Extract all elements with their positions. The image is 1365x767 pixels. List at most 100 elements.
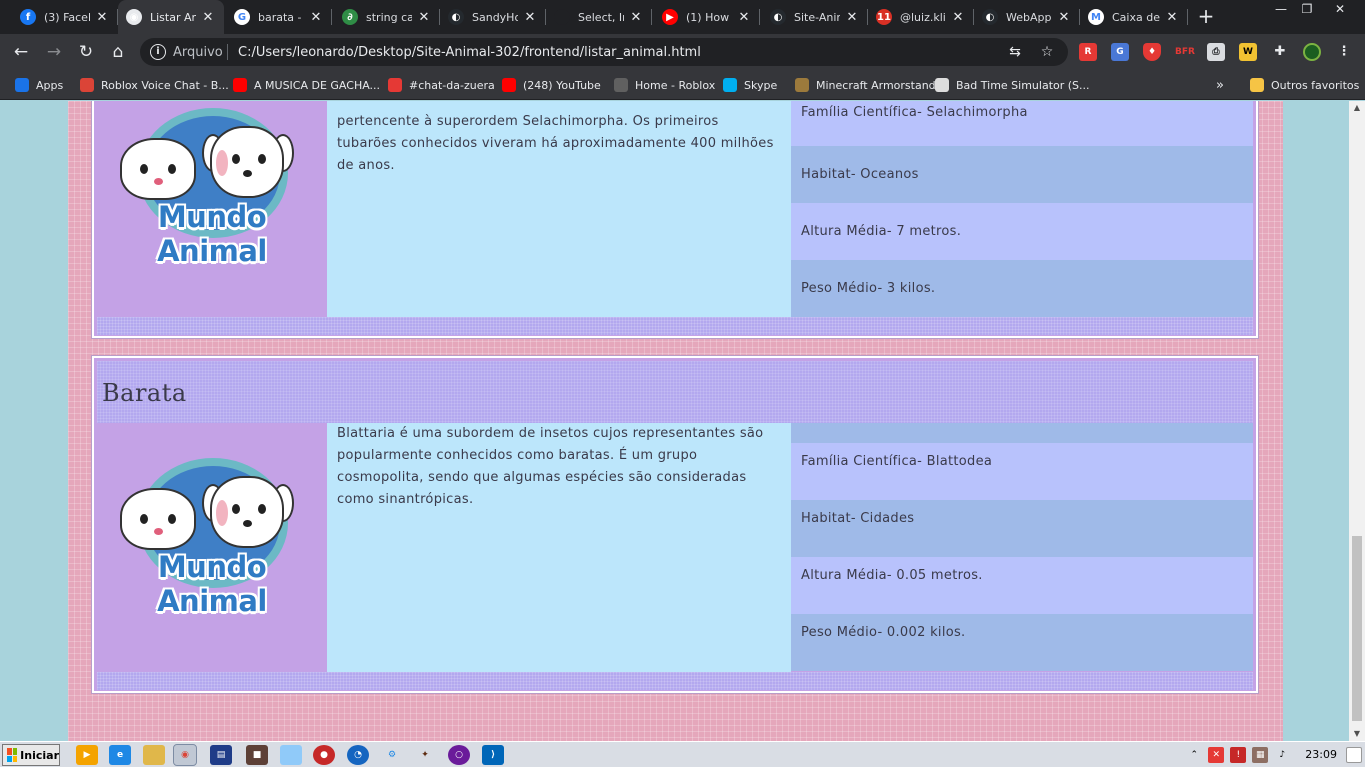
prop-peso: Peso Médio- 0.002 kilos. [791, 614, 1253, 671]
tab-2[interactable]: ◉ Listar An ✕ [118, 0, 224, 34]
w-extension-icon[interactable]: W [1239, 43, 1257, 61]
bookmark-item[interactable]: Apps [15, 76, 63, 94]
explorer-folder-icon[interactable] [143, 745, 165, 765]
scroll-up-icon[interactable]: ▲ [1349, 101, 1365, 115]
restore-button[interactable]: ❐ [1292, 2, 1322, 18]
bookmark-item[interactable]: A MUSICA DE GACHA... [233, 76, 380, 94]
page-content: Mundo Animal pertencente à superordem Se… [68, 101, 1283, 741]
address-url[interactable]: C:/Users/leonardo/Desktop/Site-Animal-30… [238, 45, 701, 60]
chrome-taskbar-icon[interactable]: ◉ [173, 744, 197, 766]
bookmark-item[interactable]: Bad Time Simulator (S... [935, 76, 1090, 94]
translate-icon[interactable]: ⇆ [1006, 43, 1024, 61]
address-divider [227, 44, 228, 60]
start-button[interactable]: Iniciar [2, 744, 60, 766]
dog-icon [210, 476, 284, 548]
tray-expand-icon[interactable]: ⌃ [1186, 747, 1202, 763]
bookmarks-more-icon[interactable]: » [1216, 76, 1224, 94]
save-extension-icon[interactable]: ⎙ [1207, 43, 1225, 61]
tab-close-icon[interactable]: ✕ [308, 10, 324, 25]
tab-close-icon[interactable]: ✕ [416, 10, 432, 25]
tab-close-icon[interactable]: ✕ [94, 10, 110, 25]
home-icon[interactable]: ⌂ [106, 40, 130, 64]
tab-close-icon[interactable]: ✕ [1164, 10, 1180, 25]
extensions-puzzle-icon[interactable]: ✚ [1271, 43, 1289, 61]
other-favorites[interactable]: Outros favoritos [1250, 76, 1359, 94]
vscode-icon[interactable]: ⟩ [482, 745, 504, 765]
address-bar[interactable]: i Arquivo C:/Users/leonardo/Desktop/Site… [140, 38, 1068, 66]
firefox-icon[interactable]: ◔ [347, 745, 369, 765]
tab-1[interactable]: f (3) Faceb ✕ [12, 0, 118, 34]
profile-avatar-icon[interactable] [1303, 43, 1321, 61]
tab-10[interactable]: ◐ WebApp ✕ [974, 0, 1080, 34]
tab-9[interactable]: 11 @luiz.klit ✕ [868, 0, 974, 34]
notepad-icon[interactable]: ▤ [210, 745, 232, 765]
description-text: pertencente à superordem Selachimorpha. … [337, 114, 774, 173]
scroll-down-icon[interactable]: ▼ [1349, 727, 1365, 741]
files-icon[interactable] [280, 745, 302, 765]
browser-toolbar: ← → ↻ ⌂ i Arquivo C:/Users/leonardo/Desk… [0, 34, 1365, 70]
bfr-extension-icon[interactable]: BFR [1175, 43, 1195, 61]
purple-app-icon[interactable]: ○ [448, 745, 470, 765]
settings-gear-icon[interactable]: ⚙ [381, 745, 403, 765]
tray-network-icon[interactable]: ▦ [1252, 746, 1269, 763]
tab-6[interactable]: Select, Ir ✕ [546, 0, 652, 34]
youtube-icon [502, 78, 516, 92]
forward-arrow-icon[interactable]: → [42, 40, 66, 64]
bookmark-label: Bad Time Simulator (S... [956, 78, 1090, 92]
armorstand-icon [795, 78, 809, 92]
tab-close-icon[interactable]: ✕ [1056, 10, 1072, 25]
tab-close-icon[interactable]: ✕ [950, 10, 966, 25]
tab-5[interactable]: ◐ SandyHo ✕ [440, 0, 546, 34]
bookmark-label: A MUSICA DE GACHA... [254, 78, 381, 92]
reload-icon[interactable]: ↻ [74, 40, 98, 64]
internet-explorer-icon[interactable]: e [109, 745, 131, 765]
tab-close-icon[interactable]: ✕ [736, 10, 752, 25]
media-player-icon[interactable]: ▶ [76, 745, 98, 765]
gmail-icon: M [1088, 9, 1104, 25]
bookmark-label: Home - Roblox [635, 78, 716, 92]
tab-close-icon[interactable]: ✕ [522, 10, 538, 25]
tab-3[interactable]: Gbarata - ✕ [226, 0, 332, 34]
roblox-icon [614, 78, 628, 92]
shield-extension-icon[interactable]: ♦ [1143, 43, 1161, 61]
calendar-icon: 11 [876, 9, 892, 25]
tab-close-icon[interactable]: ✕ [844, 10, 860, 25]
bookmark-item[interactable]: Skype [723, 76, 777, 94]
tray-security-icon[interactable]: ✕ [1208, 746, 1225, 763]
bookmark-item[interactable]: Roblox Voice Chat - B... [80, 76, 229, 94]
back-arrow-icon[interactable]: ← [9, 40, 33, 64]
close-window-button[interactable]: ✕ [1325, 2, 1355, 18]
cat-icon [120, 488, 196, 550]
show-desktop-icon[interactable] [1346, 746, 1362, 763]
bookmark-label: Minecraft Armorstand [816, 78, 936, 92]
bookmark-item[interactable]: (248) YouTube [502, 76, 601, 94]
youtube-icon: ▶ [662, 9, 678, 25]
info-icon[interactable]: i [150, 44, 166, 60]
card-logo-cell: Mundo Animal [97, 423, 327, 672]
bookmark-item[interactable]: #chat-da-zuera [388, 76, 495, 94]
tab-11[interactable]: M Caixa de ✕ [1080, 0, 1188, 34]
bookmark-label: Skype [744, 78, 778, 92]
bookmark-item[interactable]: Home - Roblox [614, 76, 715, 94]
scroll-thumb[interactable] [1352, 536, 1362, 721]
tab-label: Listar An [150, 10, 196, 24]
roblox-extension-icon[interactable]: R [1079, 43, 1097, 61]
bookmark-item[interactable]: Minecraft Armorstand [795, 76, 936, 94]
figure-app-icon[interactable]: ✦ [414, 745, 436, 765]
tab-close-icon[interactable]: ✕ [628, 10, 644, 25]
red-app-icon[interactable]: ● [313, 745, 335, 765]
taskbar-clock: 23:09 [1305, 748, 1337, 761]
new-tab-button[interactable]: + [1195, 6, 1217, 28]
tray-volume-icon[interactable]: ♪ [1274, 747, 1290, 763]
tab-8[interactable]: ◐ Site-Anim ✕ [762, 0, 868, 34]
bookmark-star-icon[interactable]: ☆ [1038, 43, 1056, 61]
prop-altura: Altura Média- 0.05 metros. [791, 557, 1253, 614]
translate-extension-icon[interactable]: G [1111, 43, 1129, 61]
tab-close-icon[interactable]: ✕ [200, 10, 216, 25]
menu-dots-icon[interactable]: ⋮ [1335, 43, 1353, 61]
tray-alert-icon[interactable]: ! [1230, 746, 1247, 763]
tab-7[interactable]: ▶ (1) How t ✕ [654, 0, 760, 34]
minecraft-icon[interactable]: ■ [246, 745, 268, 765]
tab-4[interactable]: ∂ string ca ✕ [334, 0, 440, 34]
page-scrollbar[interactable]: ▲ ▼ [1349, 101, 1365, 741]
